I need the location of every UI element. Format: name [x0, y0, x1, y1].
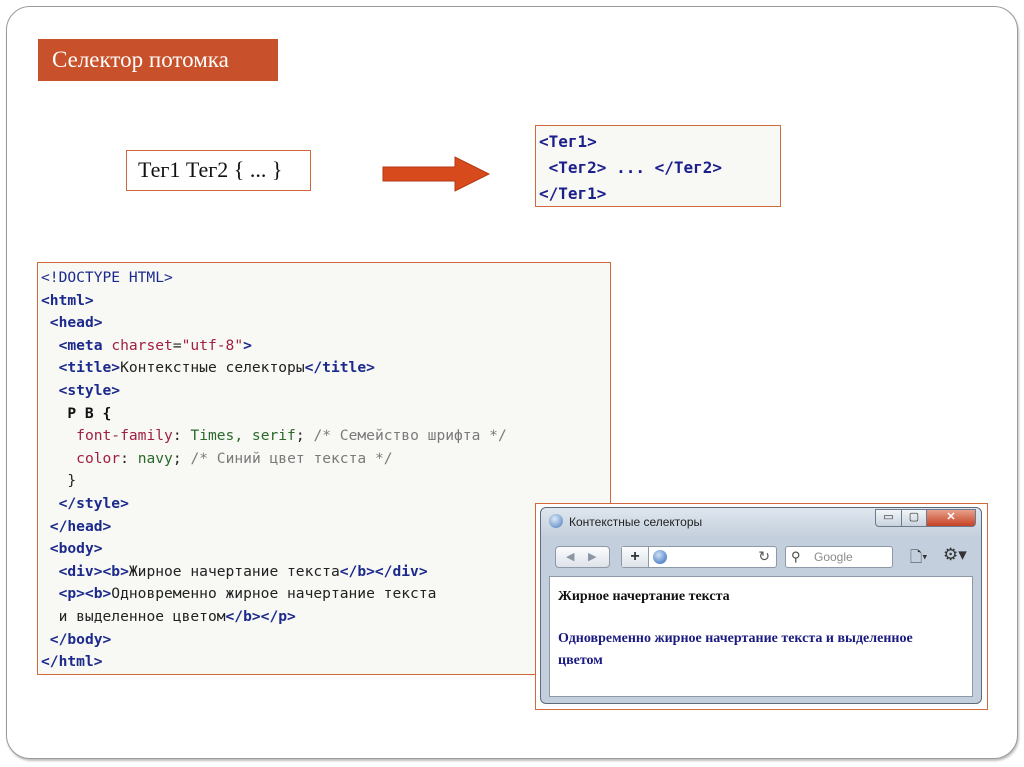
- code-rule-selector: P B {: [67, 404, 112, 422]
- code-comment-1: /* Семейство шрифта */: [313, 427, 507, 445]
- page-menu-icon[interactable]: 🗋▾: [910, 547, 928, 572]
- code-listing: <!DOCTYPE HTML> <html> <head> <meta char…: [37, 262, 611, 675]
- search-input[interactable]: ⚲ Google: [785, 546, 893, 568]
- code-body-open: <body>: [49, 540, 103, 558]
- content-line-1: Жирное начертание текста: [558, 589, 730, 604]
- code-head-open: <head>: [49, 314, 103, 332]
- address-bar[interactable]: + ↻: [621, 546, 777, 568]
- code-title-open: <title>: [58, 359, 121, 377]
- code-p-b-open: <p><b>: [58, 585, 112, 603]
- browser-preview: Контекстные селекторы ▭ ▢ ✕ ◀ ▶ + ↻ ⚲ Go…: [535, 503, 988, 710]
- code-semicolon: ;: [172, 449, 182, 467]
- tag-line-2: <Тег2> ... </Тег2>: [539, 158, 723, 177]
- code-html-open: <html>: [41, 291, 94, 309]
- window-title: Контекстные селекторы: [569, 515, 703, 529]
- tag-structure-box: <Тег1> <Тег2> ... </Тег2> </Тег1>: [535, 125, 781, 207]
- code-val-font-family: Times, serif: [190, 427, 296, 445]
- arrow-right-icon: [382, 156, 491, 192]
- code-semicolon: ;: [295, 427, 305, 445]
- content-line-2: Одновременно жирное начертание текста и …: [558, 631, 913, 668]
- code-style-close: </style>: [58, 494, 129, 512]
- globe-icon: [653, 550, 667, 564]
- browser-content: Жирное начертание текста Одновременно жи…: [549, 576, 973, 697]
- code-p-b-close: </b></p>: [225, 607, 296, 625]
- new-tab-button[interactable]: +: [622, 547, 649, 567]
- browser-app-icon: [549, 514, 563, 528]
- code-meta-close: >: [243, 336, 252, 354]
- code-style-open: <style>: [58, 381, 121, 399]
- code-p-text-1: Одновременно жирное начертание текста: [111, 585, 437, 603]
- code-val-color: navy: [137, 449, 173, 467]
- slide-title: Селектор потомка: [38, 39, 278, 81]
- code-body-close: </body>: [49, 630, 112, 648]
- code-html-close: </html>: [41, 653, 103, 671]
- code-meta-tag: <meta: [58, 336, 103, 354]
- code-colon: :: [172, 427, 182, 445]
- code-prop-font-family: font-family: [76, 427, 173, 445]
- tag-line-1: <Тег1>: [539, 132, 597, 151]
- code-meta-attr: charset: [111, 336, 173, 354]
- code-meta-eq: =: [172, 336, 182, 354]
- nav-buttons: ◀ ▶: [555, 546, 610, 568]
- code-head-close: </head>: [49, 517, 112, 535]
- code-colon: :: [120, 449, 129, 467]
- tools-gear-icon[interactable]: ⚙▾: [943, 545, 967, 565]
- code-p-text-2: и выделенное цветом: [58, 607, 226, 625]
- code-meta-val: "utf-8": [181, 336, 244, 354]
- code-title-close: </title>: [304, 359, 375, 377]
- code-comment-2: /* Синий цвет текста */: [190, 449, 393, 467]
- maximize-button[interactable]: ▢: [901, 509, 927, 527]
- reload-icon[interactable]: ↻: [758, 548, 770, 565]
- code-div-b-close: </b></div>: [339, 562, 428, 580]
- code-div-text: Жирное начертание текста: [128, 562, 340, 580]
- code-doctype: <!DOCTYPE HTML>: [41, 269, 173, 286]
- browser-toolbar: ◀ ▶ + ↻ ⚲ Google 🗋▾ ⚙▾: [545, 538, 977, 572]
- browser-window: Контекстные селекторы ▭ ▢ ✕ ◀ ▶ + ↻ ⚲ Go…: [540, 507, 982, 704]
- code-prop-color: color: [76, 449, 121, 467]
- code-div-b-open: <div><b>: [58, 562, 129, 580]
- code-title-text: Контекстные селекторы: [120, 359, 305, 377]
- search-icon: ⚲: [791, 549, 801, 564]
- selector-syntax-box: Тег1 Тег2 { ... }: [126, 150, 311, 191]
- code-rule-close: }: [67, 472, 77, 490]
- forward-arrow-icon[interactable]: ▶: [588, 550, 596, 563]
- close-button[interactable]: ✕: [926, 509, 976, 527]
- back-arrow-icon[interactable]: ◀: [566, 550, 574, 563]
- tag-line-3: </Тег1>: [539, 184, 607, 203]
- minimize-button[interactable]: ▭: [875, 509, 902, 527]
- search-placeholder: Google: [814, 550, 853, 564]
